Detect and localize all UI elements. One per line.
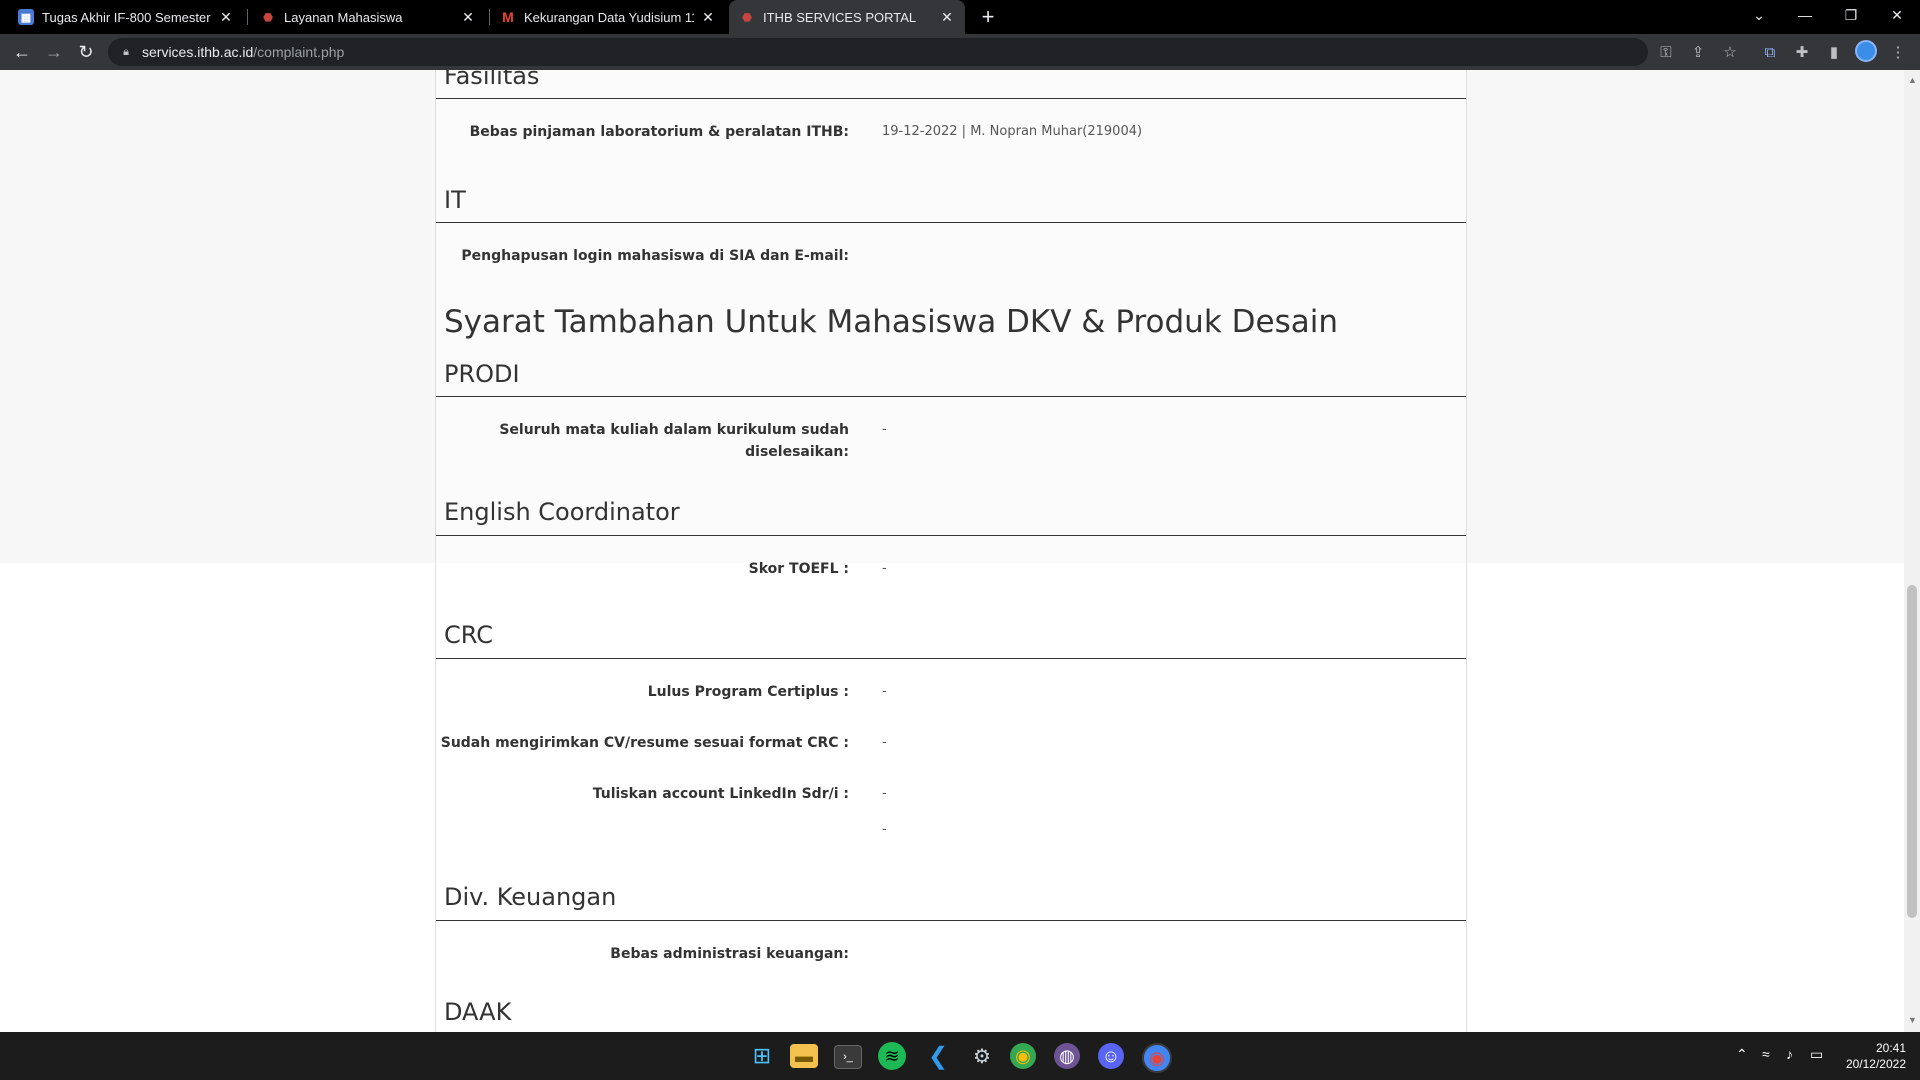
tray-overflow-icon[interactable]: ⌃: [1736, 1046, 1748, 1063]
field-label: Penghapusan login mahasiswa di SIA dan E…: [461, 248, 849, 264]
page-heading-syarat-tambahan: Syarat Tambahan Untuk Mahasiswa DKV & Pr…: [444, 304, 1338, 340]
field-label: Bebas administrasi keuangan:: [610, 946, 849, 962]
browser-toolbar: ← → ↻ 🔒︎ services.ithb.ac.id/complaint.p…: [0, 34, 1920, 70]
close-icon[interactable]: ✕: [460, 9, 476, 25]
profile-avatar[interactable]: [1855, 40, 1877, 62]
vscode-icon[interactable]: ❮: [922, 1040, 954, 1072]
section-heading-english-coordinator: English Coordinator: [444, 498, 680, 526]
field-value: -: [882, 422, 887, 437]
tab-tugas-akhir[interactable]: ▦ Tugas Akhir IF-800 Semester Gan ✕: [8, 0, 244, 34]
windows-taskbar: ⊞ ▬ ›_ ≋ ❮ ⚙ ◉ ◍ ☺ ◉ ⌃ ≈ ♪ ▭ 20:41 20/12…: [0, 1032, 1920, 1080]
close-icon[interactable]: ✕: [218, 9, 234, 25]
minimize-icon[interactable]: —: [1782, 0, 1828, 30]
ithb-logo-icon: ⬣: [263, 11, 273, 24]
battery-icon[interactable]: ▭: [1810, 1046, 1823, 1063]
lock-icon[interactable]: 🔒︎: [120, 46, 132, 58]
tab-title: Tugas Akhir IF-800 Semester Gan: [42, 9, 212, 25]
field-value: -: [882, 822, 887, 837]
field-value: -: [882, 561, 887, 576]
chrome-active-icon[interactable]: ◉: [1142, 1043, 1172, 1073]
section-heading-crc: CRC: [444, 621, 493, 649]
share-icon[interactable]: ⇪: [1684, 38, 1712, 66]
ithb-logo-icon: ⬣: [742, 11, 752, 24]
section-divider: [436, 396, 1466, 397]
section-heading-daak: DAAK: [444, 998, 512, 1026]
calendar-icon: ▦: [18, 9, 34, 25]
browser-tab-strip: ▦ Tugas Akhir IF-800 Semester Gan ✕ ⬣ La…: [0, 0, 1920, 34]
chrome-icon[interactable]: ◉: [1010, 1043, 1036, 1069]
field-value: -: [882, 735, 887, 750]
steam-icon[interactable]: ⚙: [966, 1040, 998, 1072]
section-heading-div-keuangan: Div. Keuangan: [444, 883, 617, 911]
terminal-icon[interactable]: ›_: [834, 1045, 862, 1069]
scroll-down-icon[interactable]: ▼: [1908, 1016, 1917, 1025]
field-label: Skor TOEFL :: [748, 561, 849, 577]
section-divider: [436, 535, 1466, 536]
key-icon[interactable]: ⚿: [1652, 38, 1680, 66]
spotify-icon[interactable]: ≋: [878, 1042, 906, 1070]
windows-start-icon[interactable]: ⊞: [746, 1040, 778, 1072]
tab-layanan-mahasiswa[interactable]: ⬣ Layanan Mahasiswa ✕: [250, 0, 486, 34]
tab-search-icon[interactable]: ⌄: [1736, 0, 1782, 30]
field-label: Bebas pinjaman laboratorium & peralatan …: [469, 124, 849, 140]
field-value: 19-12-2022 | M. Nopran Muhar(219004): [882, 124, 1143, 139]
tab-gmail[interactable]: M Kekurangan Data Yudisium 1118 ✕: [490, 0, 726, 34]
back-icon[interactable]: ←: [8, 38, 36, 66]
tab-title: Kekurangan Data Yudisium 1118: [524, 9, 694, 25]
restore-icon[interactable]: ❐: [1828, 0, 1874, 30]
volume-icon[interactable]: ♪: [1786, 1046, 1793, 1062]
field-label-line: diselesaikan:: [745, 444, 849, 460]
translate-icon[interactable]: ⧉: [1756, 38, 1784, 66]
section-heading-it: IT: [444, 186, 466, 214]
field-value: -: [882, 786, 887, 801]
extensions-icon[interactable]: ✚: [1788, 38, 1816, 66]
reload-icon[interactable]: ↻: [72, 38, 100, 66]
tab-ithb-services-portal[interactable]: ⬣ ITHB SERVICES PORTAL ✕: [729, 0, 965, 34]
discord-icon[interactable]: ☺: [1098, 1043, 1124, 1069]
bookmark-star-icon[interactable]: ☆: [1716, 38, 1744, 66]
forward-icon[interactable]: →: [40, 38, 68, 66]
wifi-icon[interactable]: ≈: [1762, 1046, 1770, 1062]
close-icon[interactable]: ✕: [939, 9, 955, 25]
menu-kebab-icon[interactable]: ⋮: [1884, 38, 1912, 66]
tab-title: Layanan Mahasiswa: [284, 9, 403, 25]
field-value: -: [882, 684, 887, 699]
file-explorer-icon[interactable]: ▬: [790, 1044, 818, 1068]
section-divider: [436, 222, 1466, 223]
taskbar-clock[interactable]: 20:41 20/12/2022: [1846, 1040, 1906, 1072]
field-label: Lulus Program Certiplus :: [647, 684, 849, 700]
field-label: Seluruh mata kuliah dalam kurikulum suda…: [499, 419, 849, 463]
side-panel-icon[interactable]: ▮: [1820, 38, 1848, 66]
section-heading-fasilitas: Fasilitas: [444, 70, 540, 90]
clock-time: 20:41: [1875, 1041, 1906, 1055]
github-icon[interactable]: ◍: [1054, 1043, 1080, 1069]
field-label: Sudah mengirimkan CV/resume sesuai forma…: [440, 735, 849, 751]
field-label: Tuliskan account LinkedIn Sdr/i :: [592, 786, 849, 802]
address-url: services.ithb.ac.id/complaint.php: [142, 44, 344, 60]
new-tab-icon[interactable]: +: [976, 4, 1000, 29]
page-scrollbar[interactable]: ▲ ▼: [1904, 70, 1920, 1032]
url-host: services.ithb.ac.id: [142, 44, 254, 60]
clock-date: 20/12/2022: [1845, 1057, 1906, 1071]
tab-title: ITHB SERVICES PORTAL: [763, 9, 917, 25]
gmail-icon: M: [502, 9, 514, 25]
scroll-up-icon[interactable]: ▲: [1908, 76, 1917, 85]
scrollbar-thumb[interactable]: [1907, 585, 1917, 918]
complaint-content-panel: Fasilitas Bebas pinjaman laboratorium & …: [435, 70, 1467, 1032]
close-window-icon[interactable]: ✕: [1874, 0, 1920, 30]
close-icon[interactable]: ✕: [700, 9, 716, 25]
section-divider: [436, 98, 1466, 99]
section-heading-prodi: PRODI: [444, 360, 520, 388]
page-viewport: Fasilitas Bebas pinjaman laboratorium & …: [0, 70, 1904, 1032]
field-label-line: Seluruh mata kuliah dalam kurikulum suda…: [499, 422, 849, 438]
address-bar[interactable]: 🔒︎ services.ithb.ac.id/complaint.php: [108, 38, 1648, 66]
section-divider: [436, 658, 1466, 659]
tab-separator: [247, 9, 248, 25]
url-path: /complaint.php: [253, 44, 345, 60]
section-divider: [436, 920, 1466, 921]
